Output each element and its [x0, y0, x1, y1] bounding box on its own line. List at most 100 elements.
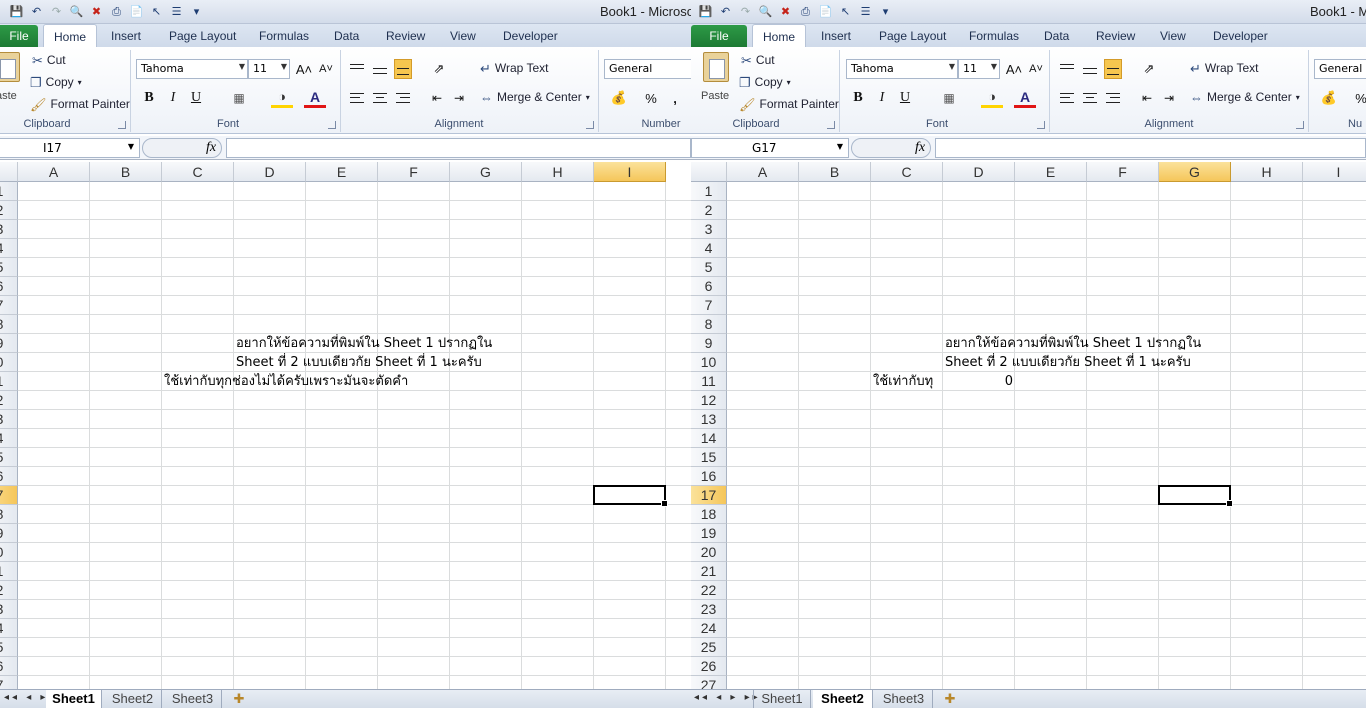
column-header-f[interactable]: F	[1087, 162, 1159, 182]
row-header-14[interactable]: 4	[0, 429, 18, 448]
decrease-indent-icon[interactable]: ⇤	[426, 88, 448, 108]
align-center-icon[interactable]	[371, 90, 389, 106]
select-objects-icon[interactable]: ↖	[837, 3, 854, 20]
format-painter-button[interactable]: 🖌 Format Painter	[739, 97, 839, 111]
customize-qat-icon[interactable]: ▾	[188, 3, 205, 20]
tab-data[interactable]: Data	[334, 29, 359, 43]
close-file-icon[interactable]: ✖	[88, 3, 105, 20]
column-header-g[interactable]: G	[1159, 162, 1231, 182]
customize-qat-icon[interactable]: ▾	[877, 3, 894, 20]
align-top-icon[interactable]	[1058, 61, 1076, 77]
merge-center-button[interactable]: ⇔ Merge & Center ▾	[480, 90, 590, 104]
row-header-16[interactable]: 6	[0, 467, 18, 486]
row-header-24[interactable]: 24	[691, 619, 727, 638]
row-header-16[interactable]: 16	[691, 467, 727, 486]
row-header-20[interactable]: 0	[0, 543, 18, 562]
save-icon[interactable]: 💾	[697, 3, 714, 20]
underline-button[interactable]: U	[185, 88, 207, 108]
font-size-combo[interactable]: 11 ▼	[958, 59, 1000, 79]
font-color-icon[interactable]: A	[304, 88, 326, 108]
shrink-font-icon[interactable]: A˅	[315, 59, 337, 79]
bold-button[interactable]: B	[138, 88, 160, 108]
column-header-i[interactable]: I	[594, 162, 666, 182]
row-header-1[interactable]: 1	[0, 182, 18, 201]
cell-d9[interactable]: อยากให้ข้อความที่พิมพ์ใน Sheet 1 ปรากฏใน	[945, 334, 1245, 353]
row-header-13[interactable]: 13	[691, 410, 727, 429]
align-middle-icon[interactable]	[371, 61, 389, 77]
insert-function-button[interactable]: fx	[915, 138, 925, 158]
row-header-26[interactable]: 26	[691, 657, 727, 676]
copy-button[interactable]: ❐ Copy ▾	[739, 75, 791, 89]
column-header-c[interactable]: C	[871, 162, 943, 182]
wrap-text-button[interactable]: ↵ Wrap Text	[1190, 61, 1258, 75]
align-left-icon[interactable]	[348, 90, 366, 106]
font-color-icon[interactable]: A	[1014, 88, 1036, 108]
row-header-4[interactable]: 4	[691, 239, 727, 258]
fill-color-icon[interactable]: ◑	[271, 88, 293, 108]
number-format-combo[interactable]: General	[1314, 59, 1366, 79]
row-header-3[interactable]: 3	[0, 220, 18, 239]
row-header-23[interactable]: 3	[0, 600, 18, 619]
name-box[interactable]: G17 ▼	[691, 138, 849, 158]
select-all-corner[interactable]	[0, 162, 18, 182]
copy-button[interactable]: ❐ Copy ▾	[30, 75, 82, 89]
align-middle-icon[interactable]	[1081, 61, 1099, 77]
alignment-launcher-icon[interactable]	[586, 121, 594, 129]
row-header-24[interactable]: 4	[0, 619, 18, 638]
wrap-text-button[interactable]: ↵ Wrap Text	[480, 61, 548, 75]
row-header-25[interactable]: 25	[691, 638, 727, 657]
tab-view[interactable]: View	[450, 29, 476, 43]
sheet-tab-3[interactable]: Sheet3	[875, 690, 933, 708]
preview-icon[interactable]: 📄	[817, 3, 834, 20]
row-header-13[interactable]: 3	[0, 410, 18, 429]
file-tab[interactable]: File	[0, 25, 38, 47]
row-header-4[interactable]: 4	[0, 239, 18, 258]
row-header-20[interactable]: 20	[691, 543, 727, 562]
column-header-f[interactable]: F	[378, 162, 450, 182]
align-right-icon[interactable]	[1104, 90, 1122, 106]
grow-font-icon[interactable]: A˄	[1003, 59, 1025, 79]
column-header-b[interactable]: B	[799, 162, 871, 182]
row-header-2[interactable]: 2	[691, 201, 727, 220]
cell-d11[interactable]: 0	[945, 372, 1013, 391]
orientation-icon[interactable]: ⇗	[428, 59, 450, 79]
undo-icon[interactable]: ↶	[717, 3, 734, 20]
print-preview-icon[interactable]: 🔍	[68, 3, 85, 20]
underline-button[interactable]: U	[894, 88, 916, 108]
print-preview-icon[interactable]: 🔍	[757, 3, 774, 20]
borders-icon[interactable]: ▦	[228, 88, 250, 108]
column-header-c[interactable]: C	[162, 162, 234, 182]
row-header-9[interactable]: 9	[0, 334, 18, 353]
paste-icon[interactable]	[0, 52, 20, 82]
font-launcher-icon[interactable]	[1037, 121, 1045, 129]
column-header-i[interactable]: I	[1303, 162, 1366, 182]
tab-home[interactable]: Home	[752, 24, 806, 47]
formula-input[interactable]	[935, 138, 1366, 158]
shrink-font-icon[interactable]: A˅	[1025, 59, 1047, 79]
font-launcher-icon[interactable]	[328, 121, 336, 129]
orientation-icon[interactable]: ⇗	[1138, 59, 1160, 79]
clipboard-launcher-icon[interactable]	[827, 121, 835, 129]
tab-developer[interactable]: Developer	[503, 29, 558, 43]
cut-button[interactable]: ✂ Cut	[741, 53, 775, 67]
quick-print-icon[interactable]: ⎙	[108, 3, 125, 20]
row-header-26[interactable]: 6	[0, 657, 18, 676]
column-header-a[interactable]: A	[18, 162, 90, 182]
row-header-22[interactable]: 22	[691, 581, 727, 600]
cell-c11[interactable]: ใช้เท่ากับทุ	[873, 372, 941, 391]
column-header-d[interactable]: D	[943, 162, 1015, 182]
number-format-combo[interactable]: General	[604, 59, 691, 79]
fill-color-icon[interactable]: ◑	[981, 88, 1003, 108]
org-chart-icon[interactable]: ☰	[168, 3, 185, 20]
row-header-11[interactable]: 1	[0, 372, 18, 391]
row-header-8[interactable]: 8	[691, 315, 727, 334]
worksheet-grid[interactable]: ABCDEFGHI123456789012345678901234567อยาก…	[0, 162, 691, 695]
row-header-12[interactable]: 12	[691, 391, 727, 410]
new-sheet-icon[interactable]: ✚	[226, 690, 252, 708]
redo-icon[interactable]: ↷	[48, 3, 65, 20]
row-header-17[interactable]: 17	[691, 486, 727, 505]
increase-indent-icon[interactable]: ⇥	[448, 88, 470, 108]
font-size-combo[interactable]: 11 ▼	[248, 59, 290, 79]
row-header-19[interactable]: 9	[0, 524, 18, 543]
column-header-h[interactable]: H	[522, 162, 594, 182]
